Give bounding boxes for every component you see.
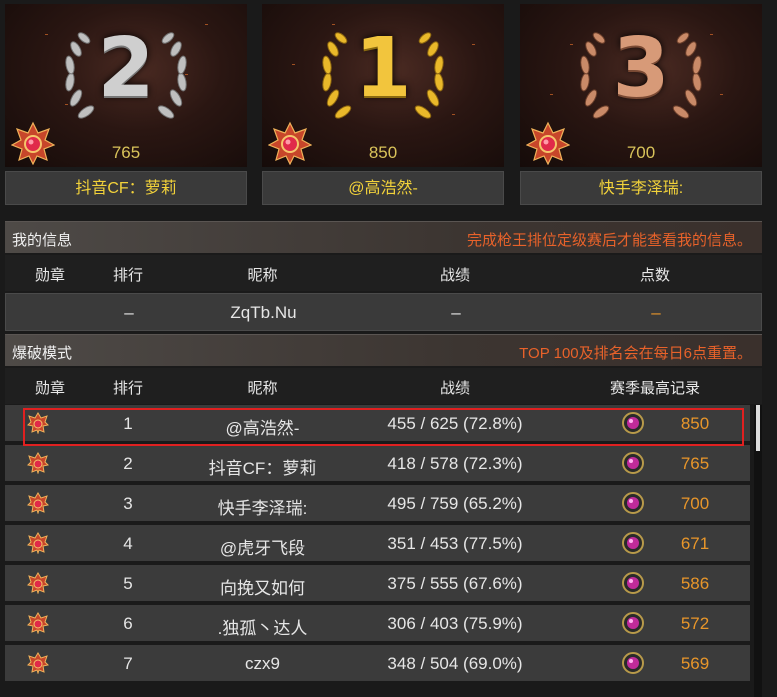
column-header-points: 点数 <box>639 267 670 284</box>
my-info-row: – ZqTb.Nu – – <box>5 293 762 331</box>
podium-player-name: 快手李泽瑞: <box>520 171 762 205</box>
column-header-record: 战绩 <box>439 267 470 284</box>
podium-score: 850 <box>368 143 398 162</box>
my-info-header: 我的信息 完成枪王排位定级赛后才能查看我的信息。 <box>5 221 762 253</box>
tier-gem-icon <box>622 412 644 434</box>
column-header-name: 昵称 <box>247 380 278 397</box>
leaderboard-row[interactable]: 7 czx9 348 / 504 (69.0%) 569 <box>5 645 750 683</box>
row-record: 375 / 555 (67.6%) <box>387 574 523 593</box>
my-info-column-headers: 勋章 排行 昵称 战绩 点数 <box>5 255 762 291</box>
leaderboard-column-headers: 勋章 排行 昵称 战绩 赛季最高记录 <box>5 368 762 404</box>
leaderboard-row[interactable]: 4 @虎牙飞段 351 / 453 (77.5%) 671 <box>5 525 750 563</box>
podium-player-name: @高浩然- <box>262 171 504 205</box>
leaderboard-row[interactable]: 1 @高浩然- 455 / 625 (72.8%) 850 <box>5 405 750 443</box>
row-nickname: 向挽又如何 <box>220 579 305 598</box>
section-notice: 完成枪王排位定级赛后才能查看我的信息。 <box>466 232 752 249</box>
podium-place-number: 2 <box>97 21 155 116</box>
column-header-name: 昵称 <box>247 267 278 284</box>
podium-player-name: 抖音CF：萝莉 <box>5 171 247 205</box>
row-nickname: .独孤丶达人 <box>217 619 308 638</box>
row-season-best: 569 <box>680 654 710 673</box>
rank-medal-icon <box>27 612 49 634</box>
row-record: 418 / 578 (72.3%) <box>387 454 523 473</box>
rank-medal-icon <box>27 652 49 674</box>
podium-score: 765 <box>111 143 141 162</box>
podium-card: 3 700 <box>520 4 762 167</box>
podium-third-place[interactable]: 3 700 快手李泽瑞: <box>520 4 762 205</box>
row-record: 351 / 453 (77.5%) <box>387 534 523 553</box>
tier-gem-icon <box>622 452 644 474</box>
leaderboard-row[interactable]: 3 快手李泽瑞: 495 / 759 (65.2%) 700 <box>5 485 750 523</box>
rank-medal-icon <box>27 412 49 434</box>
tier-gem-icon <box>622 532 644 554</box>
column-header-season-best: 赛季最高记录 <box>609 380 700 397</box>
row-nickname: @高浩然- <box>225 419 300 438</box>
podium-score: 700 <box>626 143 656 162</box>
leaderboard-row[interactable]: 6 .独孤丶达人 306 / 403 (75.9%) 572 <box>5 605 750 643</box>
section-notice: TOP 100及排名会在每日6点重置。 <box>519 345 752 362</box>
leaderboard-row[interactable]: 5 向挽又如何 375 / 555 (67.6%) 586 <box>5 565 750 603</box>
tier-gem-icon <box>622 492 644 514</box>
section-title: 爆破模式 <box>12 345 73 362</box>
my-record: – <box>451 303 461 322</box>
row-season-best: 586 <box>680 574 710 593</box>
tier-gem-icon <box>622 612 644 634</box>
rank-medal-icon <box>27 492 49 514</box>
leaderboard-row[interactable]: 2 抖音CF：萝莉 418 / 578 (72.3%) 765 <box>5 445 750 483</box>
tier-gem-icon <box>622 572 644 594</box>
row-nickname: czx9 <box>245 654 280 673</box>
leaderboard-list[interactable]: 1 @高浩然- 455 / 625 (72.8%) 850 2 抖音CF：萝莉 … <box>5 405 750 697</box>
leaderboard-scrollbar[interactable] <box>754 405 762 697</box>
mode-header: 爆破模式 TOP 100及排名会在每日6点重置。 <box>5 334 762 366</box>
tier-gem-icon <box>622 652 644 674</box>
column-header-record: 战绩 <box>439 380 470 397</box>
podium-place-number: 1 <box>354 21 412 116</box>
podium-card: 2 765 <box>5 4 247 167</box>
row-record: 495 / 759 (65.2%) <box>387 494 523 513</box>
row-season-best: 765 <box>680 454 710 473</box>
scrollbar-thumb[interactable] <box>756 405 760 451</box>
rank-medal-icon <box>27 532 49 554</box>
my-nickname: ZqTb.Nu <box>230 303 297 322</box>
row-record: 455 / 625 (72.8%) <box>387 414 523 433</box>
row-nickname: @虎牙飞段 <box>219 539 306 558</box>
podium-first-place[interactable]: 1 850 @高浩然- <box>262 4 504 205</box>
row-record: 348 / 504 (69.0%) <box>387 654 523 673</box>
row-record: 306 / 403 (75.9%) <box>387 614 523 633</box>
podium-card: 1 850 <box>262 4 504 167</box>
podium-place-number: 3 <box>612 21 670 116</box>
rank-medal-icon <box>27 452 49 474</box>
my-points: – <box>651 303 661 322</box>
row-season-best: 850 <box>680 414 710 433</box>
row-season-best: 572 <box>680 614 710 633</box>
row-nickname: 抖音CF：萝莉 <box>208 459 317 478</box>
row-season-best: 700 <box>680 494 710 513</box>
rank-medal-icon <box>27 572 49 594</box>
row-season-best: 671 <box>680 534 710 553</box>
podium-second-place[interactable]: 2 765 抖音CF：萝莉 <box>5 4 247 205</box>
row-nickname: 快手李泽瑞: <box>217 499 308 518</box>
section-title: 我的信息 <box>12 232 73 249</box>
